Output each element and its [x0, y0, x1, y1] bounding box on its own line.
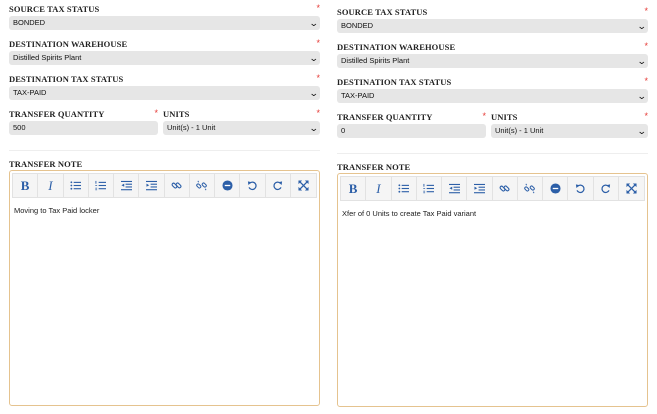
required-marker: *	[644, 41, 648, 51]
units-field: UNITS * Unit(s) - 1 Unit ⌄	[491, 112, 648, 138]
transfer-note-content[interactable]: Xfer of 0 Units to create Tax Paid varia…	[338, 201, 647, 226]
chevron-down-icon: ⌄	[637, 91, 648, 101]
transfer-quantity-field: TRANSFER QUANTITY * 0	[337, 112, 486, 138]
unlink-icon[interactable]	[518, 177, 543, 200]
chevron-down-icon: ⌄	[309, 18, 320, 28]
bold-icon[interactable]: B	[341, 177, 367, 200]
outdent-icon[interactable]	[442, 177, 468, 200]
destination-tax-status-field: DESTINATION TAX STATUS * TAX-PAID ⌄	[337, 77, 648, 103]
required-marker: *	[644, 76, 648, 86]
destination-warehouse-label: DESTINATION WAREHOUSE	[337, 42, 456, 52]
transfer-quantity-label: TRANSFER QUANTITY	[337, 112, 433, 122]
destination-tax-status-value: TAX-PAID	[341, 91, 375, 100]
right-transfer-form: SOURCE TAX STATUS * BONDED ⌄ DESTINATION…	[337, 7, 648, 407]
transfer-note-content[interactable]: Moving to Tax Paid locker	[10, 198, 319, 223]
editor-toolbar: B I	[12, 173, 317, 198]
destination-tax-status-value: TAX-PAID	[13, 88, 47, 97]
source-tax-status-label: SOURCE TAX STATUS	[337, 7, 428, 17]
transfer-note-editor[interactable]: B I Xfer of 0 Units to create Tax Paid v…	[337, 173, 648, 407]
chevron-down-icon: ⌄	[637, 126, 648, 136]
chevron-down-icon: ⌄	[637, 56, 648, 66]
source-tax-status-select[interactable]: BONDED ⌄	[337, 19, 648, 33]
quantity-units-row: TRANSFER QUANTITY * 0 UNITS * Unit(s) - …	[337, 112, 648, 147]
numbered-list-icon[interactable]	[417, 177, 442, 200]
units-select[interactable]: Unit(s) - 1 Unit ⌄	[491, 124, 648, 138]
units-label: UNITS	[163, 109, 190, 119]
destination-warehouse-value: Distilled Spirits Plant	[341, 56, 410, 65]
italic-icon[interactable]: I	[38, 174, 64, 197]
destination-tax-status-field: DESTINATION TAX STATUS * TAX-PAID ⌄	[9, 74, 320, 100]
chevron-down-icon: ⌄	[309, 123, 320, 133]
destination-warehouse-field: DESTINATION WAREHOUSE * Distilled Spirit…	[9, 39, 320, 65]
chevron-down-icon: ⌄	[309, 53, 320, 63]
link-icon[interactable]	[493, 177, 518, 200]
required-marker: *	[482, 111, 486, 121]
divider	[9, 150, 320, 151]
chevron-down-icon: ⌄	[309, 88, 320, 98]
units-value: Unit(s) - 1 Unit	[495, 126, 544, 135]
undo-icon[interactable]	[240, 174, 266, 197]
numbered-list-icon[interactable]	[89, 174, 114, 197]
italic-icon[interactable]: I	[366, 177, 392, 200]
required-marker: *	[316, 38, 320, 48]
destination-warehouse-select[interactable]: Distilled Spirits Plant ⌄	[337, 54, 648, 68]
source-tax-status-field: SOURCE TAX STATUS * BONDED ⌄	[337, 7, 648, 33]
transfer-quantity-input[interactable]: 500	[9, 121, 158, 135]
bullet-list-icon[interactable]	[392, 177, 417, 200]
transfer-quantity-label: TRANSFER QUANTITY	[9, 109, 105, 119]
required-marker: *	[154, 108, 158, 118]
redo-icon[interactable]	[594, 177, 619, 200]
units-field: UNITS * Unit(s) - 1 Unit ⌄	[163, 109, 320, 135]
fullscreen-icon[interactable]	[291, 174, 316, 197]
remove-format-icon[interactable]	[543, 177, 569, 200]
transfer-note-label: TRANSFER NOTE	[337, 162, 411, 172]
destination-warehouse-value: Distilled Spirits Plant	[13, 53, 82, 62]
divider	[337, 153, 648, 154]
destination-tax-status-label: DESTINATION TAX STATUS	[337, 77, 452, 87]
transfer-quantity-field: TRANSFER QUANTITY * 500	[9, 109, 158, 135]
transfer-quantity-input[interactable]: 0	[337, 124, 486, 138]
source-tax-status-field: SOURCE TAX STATUS * BONDED ⌄	[9, 4, 320, 30]
required-marker: *	[644, 6, 648, 16]
transfer-note-editor[interactable]: B I Moving to Tax Paid locker	[9, 170, 320, 406]
source-tax-status-value: BONDED	[341, 21, 374, 30]
required-marker: *	[316, 73, 320, 83]
redo-icon[interactable]	[266, 174, 291, 197]
source-tax-status-label: SOURCE TAX STATUS	[9, 4, 100, 14]
outdent-icon[interactable]	[114, 174, 140, 197]
required-marker: *	[316, 3, 320, 13]
link-icon[interactable]	[165, 174, 190, 197]
bold-icon[interactable]: B	[13, 174, 39, 197]
undo-icon[interactable]	[568, 177, 594, 200]
units-value: Unit(s) - 1 Unit	[167, 123, 216, 132]
destination-warehouse-select[interactable]: Distilled Spirits Plant ⌄	[9, 51, 320, 65]
destination-tax-status-select[interactable]: TAX-PAID ⌄	[337, 89, 648, 103]
required-marker: *	[644, 111, 648, 121]
required-marker: *	[316, 108, 320, 118]
destination-warehouse-label: DESTINATION WAREHOUSE	[9, 39, 128, 49]
left-transfer-form: SOURCE TAX STATUS * BONDED ⌄ DESTINATION…	[9, 4, 320, 406]
destination-warehouse-field: DESTINATION WAREHOUSE * Distilled Spirit…	[337, 42, 648, 68]
remove-format-icon[interactable]	[215, 174, 241, 197]
destination-tax-status-select[interactable]: TAX-PAID ⌄	[9, 86, 320, 100]
fullscreen-icon[interactable]	[619, 177, 644, 200]
unlink-icon[interactable]	[190, 174, 215, 197]
units-select[interactable]: Unit(s) - 1 Unit ⌄	[163, 121, 320, 135]
bullet-list-icon[interactable]	[64, 174, 89, 197]
source-tax-status-select[interactable]: BONDED ⌄	[9, 16, 320, 30]
editor-toolbar: B I	[340, 176, 645, 201]
destination-tax-status-label: DESTINATION TAX STATUS	[9, 74, 124, 84]
source-tax-status-value: BONDED	[13, 18, 46, 27]
chevron-down-icon: ⌄	[637, 21, 648, 31]
transfer-note-label: TRANSFER NOTE	[9, 159, 83, 169]
indent-icon[interactable]	[139, 174, 165, 197]
quantity-units-row: TRANSFER QUANTITY * 500 UNITS * Unit(s) …	[9, 109, 320, 144]
indent-icon[interactable]	[467, 177, 493, 200]
units-label: UNITS	[491, 112, 518, 122]
